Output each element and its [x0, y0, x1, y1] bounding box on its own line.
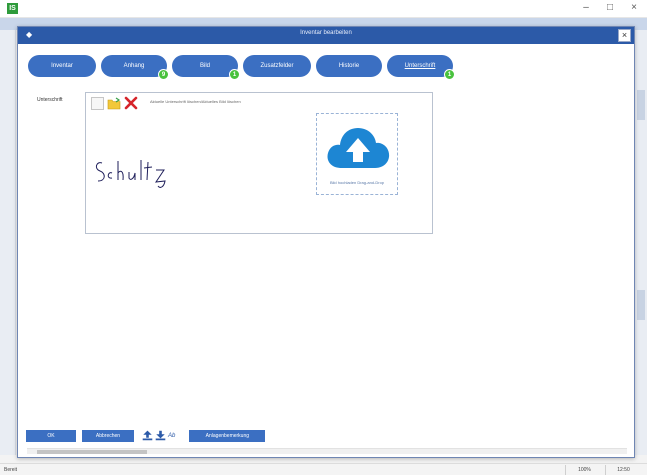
- status-bar: Bereit 100% 12:50: [0, 463, 647, 475]
- status-text: Bereit: [4, 467, 18, 473]
- cloud-upload-icon: [327, 128, 390, 168]
- scroll-marker: [637, 290, 645, 320]
- tab-label: Historie: [338, 63, 360, 69]
- count-badge: 9: [158, 69, 169, 80]
- maximize-button[interactable]: □: [603, 2, 617, 13]
- download-icon[interactable]: [155, 430, 166, 441]
- tab-label: Unterschrift: [404, 63, 436, 69]
- upload-icon[interactable]: [142, 430, 153, 441]
- horizontal-scrollbar[interactable]: [27, 448, 627, 454]
- tab-inventar[interactable]: Inventar: [28, 55, 96, 77]
- tab-label: Zusatzfelder: [260, 63, 294, 69]
- clock: 12:50: [605, 465, 641, 475]
- scrollbar-thumb[interactable]: [37, 450, 147, 454]
- upload-caption: Bild hochladen Drag-and-Drop: [329, 180, 385, 185]
- app-titlebar: IS – □ ×: [0, 0, 647, 18]
- red-x-icon[interactable]: [124, 96, 138, 110]
- cancel-button-label: Abbrechen: [95, 432, 121, 439]
- dialog-title: Inventar bearbeiten: [300, 30, 352, 36]
- dialog-titlebar: ◆ Inventar bearbeiten ×: [18, 27, 634, 44]
- attachment-button-label: Anlagenbemerkung: [205, 432, 250, 439]
- transfer-icons: Ab: [142, 430, 175, 441]
- tab-historie[interactable]: Historie: [316, 55, 382, 77]
- count-badge: 1: [444, 69, 455, 80]
- dialog-footer: OK Abbrechen Ab Anlagenbemerkung: [26, 429, 266, 442]
- close-button[interactable]: ×: [627, 2, 641, 13]
- background-sidebar: [0, 30, 16, 455]
- zoom-level: 100%: [565, 465, 603, 475]
- signature-hint: Aktuelle Unterschrift löschen/Aktuelles …: [150, 99, 241, 104]
- background-scrollbar[interactable]: [635, 30, 647, 455]
- tab-unterschrift[interactable]: Unterschrift 1: [387, 55, 455, 80]
- edit-dialog: ◆ Inventar bearbeiten × Inventar Anhang …: [17, 26, 635, 458]
- tab-bar: Inventar Anhang 9 Bild 1 Zusatzfelder Hi…: [28, 55, 455, 80]
- app-logo: IS: [7, 3, 18, 14]
- cancel-button[interactable]: Abbrechen: [82, 429, 134, 442]
- folder-open-icon[interactable]: [107, 96, 121, 110]
- tab-bild[interactable]: Bild 1: [172, 55, 240, 80]
- ok-button-label: OK: [47, 432, 55, 439]
- tab-zusatzfelder[interactable]: Zusatzfelder: [243, 55, 311, 77]
- signature-toolbar: [90, 96, 138, 110]
- tab-anhang[interactable]: Anhang 9: [101, 55, 169, 80]
- extra-icon-text[interactable]: Ab: [168, 433, 175, 439]
- tab-label: Inventar: [51, 63, 73, 69]
- app-window: IS – □ × ◆ Inventar bearbeiten × Inventa…: [0, 0, 647, 475]
- signature-panel: Aktuelle Unterschrift löschen/Aktuelles …: [85, 92, 433, 234]
- minimize-button[interactable]: –: [579, 2, 593, 13]
- count-badge: 1: [229, 69, 240, 80]
- tab-label: Bild: [199, 63, 210, 69]
- upload-drop-zone[interactable]: Bild hochladen Drag-and-Drop: [316, 113, 398, 195]
- blank-page-icon[interactable]: [90, 96, 104, 110]
- dialog-close-button[interactable]: ×: [618, 29, 631, 42]
- scroll-marker: [637, 90, 645, 120]
- tab-label: Anhang: [123, 63, 145, 69]
- attachment-button[interactable]: Anlagenbemerkung: [189, 429, 266, 442]
- handwritten-signature[interactable]: [92, 153, 182, 193]
- signature-label: Unterschrift: [37, 97, 63, 103]
- ok-button[interactable]: OK: [26, 429, 76, 442]
- window-controls: – □ ×: [579, 2, 641, 13]
